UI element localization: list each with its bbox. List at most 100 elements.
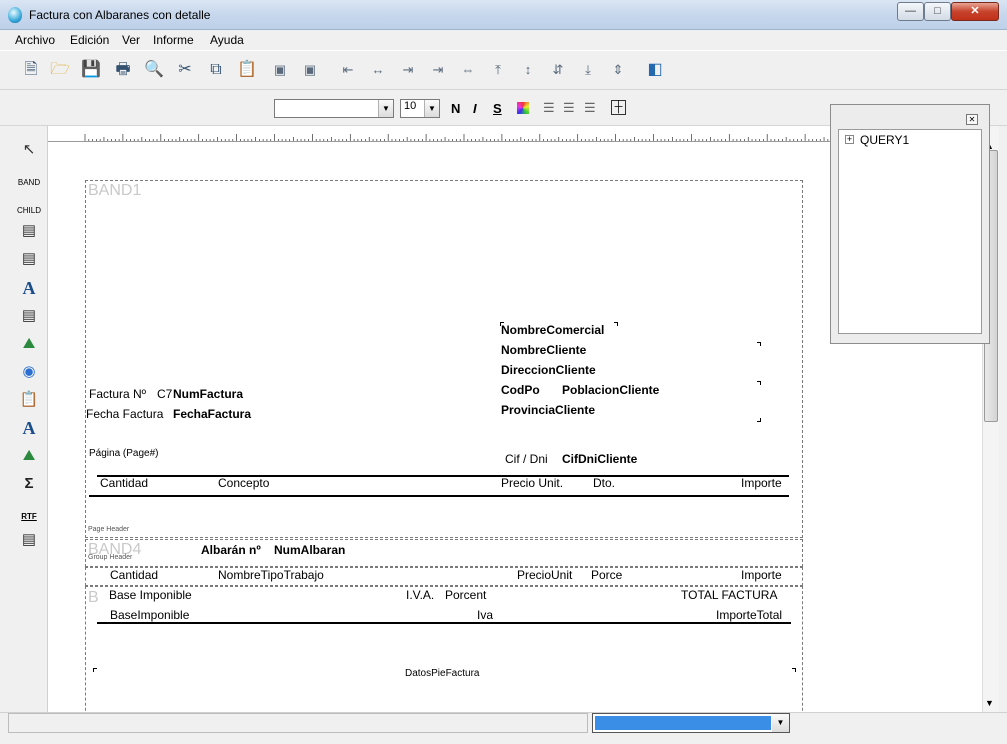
center-horizontally-icon[interactable]: ⇔ (456, 58, 480, 82)
minimize-button[interactable]: — (897, 2, 924, 21)
cif-label[interactable]: Cif / Dni (505, 452, 548, 466)
align-left-icon[interactable]: ⇤ (336, 58, 360, 82)
detail-band[interactable] (85, 567, 803, 586)
exit-icon[interactable]: ◧ (643, 58, 667, 82)
direccion-cliente-field[interactable]: DireccionCliente (501, 363, 596, 377)
iva-label[interactable]: I.V.A. (406, 588, 434, 602)
tree-item-query1[interactable]: QUERY1 (860, 133, 909, 147)
menu-informe[interactable]: Informe (153, 33, 194, 47)
save-icon[interactable]: 💾 (79, 58, 103, 82)
menu-ayuda[interactable]: Ayuda (210, 33, 244, 47)
fecha-factura-label[interactable]: Fecha Factura (86, 407, 163, 421)
expand-icon[interactable]: + (845, 135, 854, 144)
total-factura-label[interactable]: TOTAL FACTURA (681, 588, 777, 602)
detail-cantidad-field[interactable]: Cantidad (110, 568, 158, 582)
font-size-select[interactable]: 10 ▼ (400, 99, 440, 118)
rtf-tool-icon[interactable]: RTF (16, 500, 42, 522)
paste-icon[interactable]: 📋 (235, 58, 259, 82)
bring-to-front-icon[interactable]: ▣ (268, 58, 292, 82)
color-palette-icon[interactable] (517, 102, 529, 114)
shape-tool-icon[interactable]: ◉ (16, 361, 42, 383)
font-name-select[interactable]: ▼ (274, 99, 394, 118)
send-to-back-icon[interactable]: ▣ (298, 58, 322, 82)
scroll-down-icon[interactable]: ▼ (985, 698, 994, 708)
menu-archivo[interactable]: Archivo (15, 33, 55, 47)
group-tool-icon[interactable]: ▤ (16, 248, 42, 270)
base-imponible-field[interactable]: BaseImponible (110, 608, 190, 622)
italic-button[interactable]: I (473, 101, 477, 116)
num-albaran-field[interactable]: NumAlbaran (274, 543, 345, 557)
menu-ver[interactable]: Ver (122, 33, 140, 47)
pointer-tool-icon[interactable]: ↖ (16, 139, 42, 161)
calc-tool-icon[interactable]: Σ (16, 473, 42, 495)
sub-detail-tool-icon[interactable]: ▤ (16, 220, 42, 242)
space-vertically-icon[interactable]: ⇵ (546, 58, 570, 82)
albaran-label[interactable]: Albarán nº (201, 543, 261, 557)
footer-band[interactable] (85, 586, 803, 726)
chevron-down-icon[interactable]: ▼ (772, 714, 789, 732)
text-align-left-icon[interactable]: ☰ (543, 100, 555, 116)
detail-importe-field[interactable]: Importe (741, 568, 782, 582)
nombre-cliente-field[interactable]: NombreCliente (501, 343, 586, 357)
codpo-field[interactable]: CodPo (501, 383, 540, 397)
print-icon[interactable]: 🖶 (111, 58, 135, 82)
detail-precio-unit-field[interactable]: PrecioUnit (517, 568, 572, 582)
print-preview-icon[interactable]: 🔍 (142, 58, 166, 82)
importe-total-field[interactable]: ImporteTotal (716, 608, 783, 622)
align-bottom-icon[interactable]: ⤓ (576, 58, 600, 82)
db-text-tool-icon[interactable]: A (16, 417, 42, 439)
close-icon[interactable]: ✕ (966, 114, 978, 125)
porcentaje-field[interactable]: Porcent (445, 588, 486, 602)
header-cantidad[interactable]: Cantidad (100, 476, 148, 490)
provincia-cliente-field[interactable]: ProvinciaCliente (501, 403, 595, 417)
image-tool-icon[interactable]: ⛰ (16, 333, 42, 355)
system-data-tool-icon[interactable]: 📋 (16, 389, 42, 411)
bold-button[interactable]: N (451, 101, 460, 116)
pagina-field[interactable]: Página (Page#) (89, 448, 159, 459)
cut-icon[interactable]: ✂ (173, 58, 197, 82)
align-vertical-center-icon[interactable]: ↕ (516, 58, 540, 82)
db-image-tool-icon[interactable]: ⛰ (16, 445, 42, 467)
maximize-button[interactable]: □ (924, 2, 951, 21)
text-align-right-icon[interactable]: ☰ (584, 100, 596, 116)
iva-field[interactable]: Iva (477, 608, 494, 622)
chevron-down-icon[interactable]: ▼ (424, 100, 439, 117)
detail-nombre-tipo-trabajo-field[interactable]: NombreTipoTrabajo (218, 568, 324, 582)
cif-dni-cliente-field[interactable]: CifDniCliente (562, 452, 637, 466)
factura-no-label[interactable]: Factura Nº (89, 387, 146, 401)
frame-border-icon[interactable]: ┼ (611, 100, 626, 115)
open-folder-icon[interactable]: 🗁 (48, 58, 72, 82)
serie-label[interactable]: C7 (157, 387, 172, 401)
label-tool-icon[interactable]: A (16, 277, 42, 299)
copy-icon[interactable]: ⧉ (204, 58, 228, 82)
fecha-factura-field[interactable]: FechaFactura (173, 407, 251, 421)
space-horizontally-icon[interactable]: ⇥ (396, 58, 420, 82)
menu-edicion[interactable]: Edición (70, 33, 109, 47)
align-right-icon[interactable]: ⇥ (426, 58, 450, 82)
header-precio-unit[interactable]: Precio Unit. (501, 476, 563, 490)
header-concepto[interactable]: Concepto (218, 476, 269, 490)
band-tool-icon[interactable]: BAND (16, 166, 42, 188)
num-factura-field[interactable]: NumFactura (173, 387, 243, 401)
memo-tool-icon[interactable]: ▤ (16, 305, 42, 327)
text-align-center-icon[interactable]: ☰ (563, 100, 575, 116)
align-horizontal-center-icon[interactable]: ↔ (366, 58, 390, 82)
underline-button[interactable]: S (493, 101, 502, 116)
datos-pie-factura-field[interactable]: DatosPieFactura (405, 668, 479, 679)
base-imponible-label[interactable]: Base Imponible (109, 588, 192, 602)
align-top-icon[interactable]: ⤒ (486, 58, 510, 82)
band4[interactable] (85, 539, 803, 567)
poblacion-cliente-field[interactable]: PoblacionCliente (562, 383, 659, 397)
header-importe[interactable]: Importe (741, 476, 782, 490)
close-button[interactable]: ✕ (951, 2, 999, 21)
data-tree[interactable] (838, 129, 982, 334)
chevron-down-icon[interactable]: ▼ (378, 100, 393, 117)
center-vertically-icon[interactable]: ⇕ (606, 58, 630, 82)
detail-porce-field[interactable]: Porce (591, 568, 622, 582)
db-rtf-tool-icon[interactable]: ▤ (16, 529, 42, 551)
child-band-tool-icon[interactable]: CHILD (16, 194, 42, 216)
header-dto[interactable]: Dto. (593, 476, 615, 490)
new-file-icon[interactable]: 🗎 (19, 58, 43, 82)
nombre-comercial-field[interactable]: NombreComercial (501, 323, 604, 337)
band1[interactable] (85, 180, 803, 538)
